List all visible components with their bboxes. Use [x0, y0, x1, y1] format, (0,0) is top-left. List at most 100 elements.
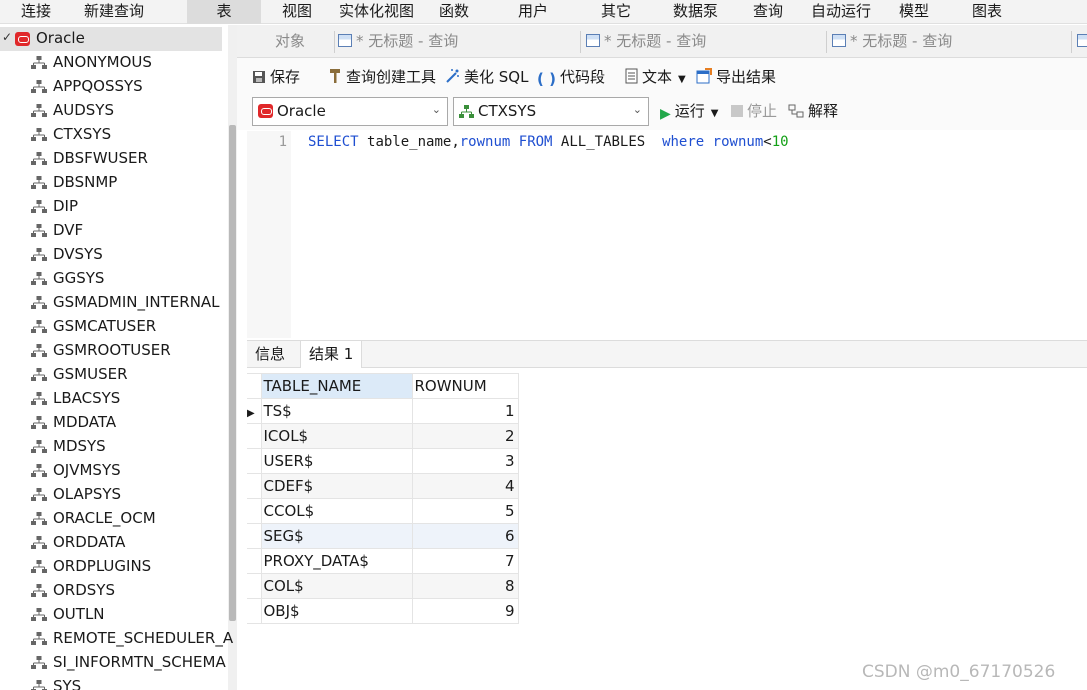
- table-row[interactable]: COL$ 8: [247, 573, 519, 599]
- tree-item-schema[interactable]: DBSFWUSER: [0, 147, 222, 171]
- tree-item-schema[interactable]: MDSYS: [0, 435, 222, 459]
- table-row[interactable]: ▶ TS$ 1: [247, 398, 519, 424]
- cell-rownum[interactable]: 3: [411, 448, 519, 474]
- tree-item-schema[interactable]: OLAPSYS: [0, 483, 222, 507]
- tree-item-schema[interactable]: GGSYS: [0, 267, 222, 291]
- tree-item-schema[interactable]: DVSYS: [0, 243, 222, 267]
- cell-rownum[interactable]: 8: [411, 573, 519, 599]
- sql-code-line[interactable]: SELECT table_name,rownum FROM ALL_TABLES…: [308, 134, 789, 150]
- cell-table-name[interactable]: USER$: [260, 448, 413, 474]
- tab-info[interactable]: 信息: [247, 341, 293, 368]
- table-row[interactable]: PROXY_DATA$ 7: [247, 548, 519, 574]
- cell-table-name[interactable]: CDEF$: [260, 473, 413, 499]
- tree-item-schema[interactable]: OUTLN: [0, 603, 222, 627]
- stop-button[interactable]: 停止: [731, 101, 777, 123]
- beautify-sql-button[interactable]: 美化 SQL: [444, 67, 528, 89]
- menu-materialized-view[interactable]: 实体化视图: [339, 0, 414, 24]
- menu-new-query[interactable]: 新建查询: [84, 0, 144, 24]
- tree-connection-oracle[interactable]: ✓ Oracle: [0, 27, 222, 51]
- row-marker[interactable]: [247, 423, 262, 449]
- cell-table-name[interactable]: CCOL$: [260, 498, 413, 524]
- tree-item-schema[interactable]: DIP: [0, 195, 222, 219]
- chevron-down-icon[interactable]: ⌄: [633, 103, 642, 116]
- tab-query-1[interactable]: * 无标题 - 查询: [338, 25, 458, 58]
- cell-table-name[interactable]: COL$: [260, 573, 413, 599]
- cell-rownum[interactable]: 2: [411, 423, 519, 449]
- table-row[interactable]: OBJ$ 9: [247, 598, 519, 624]
- tree-item-schema[interactable]: ORACLE_OCM: [0, 507, 222, 531]
- dropdown-arrow-icon[interactable]: ▼: [711, 108, 719, 119]
- tree-item-schema[interactable]: DVF: [0, 219, 222, 243]
- tree-item-schema[interactable]: GSMADMIN_INTERNAL: [0, 291, 222, 315]
- menu-chart[interactable]: 图表: [972, 0, 1002, 24]
- tree-item-schema[interactable]: AUDSYS: [0, 99, 222, 123]
- chevron-down-icon[interactable]: ✓: [2, 30, 12, 44]
- menu-table[interactable]: 表: [187, 0, 261, 24]
- tree-item-schema[interactable]: LBACSYS: [0, 387, 222, 411]
- menu-user[interactable]: 用户: [518, 0, 548, 24]
- cell-rownum[interactable]: 1: [411, 398, 519, 424]
- cell-rownum[interactable]: 9: [411, 598, 519, 624]
- result-grid[interactable]: TABLE_NAME ROWNUM ▶ TS$ 1 ICOL$ 2 USER$ 3 CDEF$…: [247, 373, 519, 624]
- tree-item-schema[interactable]: ORDSYS: [0, 579, 222, 603]
- column-header-rownum[interactable]: ROWNUM: [411, 373, 519, 399]
- column-header-table-name[interactable]: TABLE_NAME: [260, 373, 413, 399]
- cell-rownum[interactable]: 5: [411, 498, 519, 524]
- sql-editor[interactable]: 1 SELECT table_name,rownum FROM ALL_TABL…: [247, 131, 1087, 338]
- tab-result-1[interactable]: 结果 1: [300, 341, 363, 368]
- table-row[interactable]: SEG$ 6: [247, 523, 519, 549]
- table-row[interactable]: CDEF$ 4: [247, 473, 519, 499]
- explain-button[interactable]: 解释: [788, 101, 838, 123]
- tree-item-schema[interactable]: GSMUSER: [0, 363, 222, 387]
- row-marker[interactable]: [247, 448, 262, 474]
- tab-query-3[interactable]: * 无标题 - 查询: [832, 25, 952, 58]
- row-marker[interactable]: [247, 473, 262, 499]
- row-marker[interactable]: [247, 573, 262, 599]
- row-marker[interactable]: ▶: [247, 398, 262, 424]
- cell-table-name[interactable]: ICOL$: [260, 423, 413, 449]
- tree-item-schema[interactable]: DBSNMP: [0, 171, 222, 195]
- tree-item-schema[interactable]: OJVMSYS: [0, 459, 222, 483]
- table-row[interactable]: CCOL$ 5: [247, 498, 519, 524]
- tab-query-4[interactable]: [1077, 25, 1087, 58]
- table-row[interactable]: ICOL$ 2: [247, 423, 519, 449]
- tree-item-schema[interactable]: MDDATA: [0, 411, 222, 435]
- cell-rownum[interactable]: 4: [411, 473, 519, 499]
- cell-table-name[interactable]: SEG$: [260, 523, 413, 549]
- sidebar-scrollbar-thumb[interactable]: [229, 125, 236, 621]
- connection-select[interactable]: Oracle ⌄: [252, 97, 448, 126]
- run-button[interactable]: ▶ 运行 ▼: [660, 101, 719, 123]
- tree-item-schema[interactable]: ORDPLUGINS: [0, 555, 222, 579]
- row-marker[interactable]: [247, 598, 262, 624]
- dropdown-arrow-icon[interactable]: ▼: [678, 74, 686, 85]
- chevron-down-icon[interactable]: ⌄: [432, 103, 441, 116]
- row-marker[interactable]: [247, 523, 262, 549]
- cell-rownum[interactable]: 7: [411, 548, 519, 574]
- tab-query-2[interactable]: * 无标题 - 查询: [586, 25, 706, 58]
- cell-table-name[interactable]: PROXY_DATA$: [260, 548, 413, 574]
- menu-model[interactable]: 模型: [899, 0, 929, 24]
- menu-data-pump[interactable]: 数据泵: [673, 0, 718, 24]
- table-row[interactable]: USER$ 3: [247, 448, 519, 474]
- tree-item-schema[interactable]: GSMROOTUSER: [0, 339, 222, 363]
- query-builder-button[interactable]: 查询创建工具: [328, 67, 436, 89]
- text-mode-button[interactable]: 文本 ▼: [625, 67, 686, 89]
- menu-function[interactable]: 函数: [439, 0, 469, 24]
- cell-rownum[interactable]: 6: [411, 523, 519, 549]
- row-marker[interactable]: [247, 548, 262, 574]
- menu-automation[interactable]: 自动运行: [811, 0, 871, 24]
- row-marker[interactable]: [247, 498, 262, 524]
- tree-item-schema[interactable]: REMOTE_SCHEDULER_A: [0, 627, 233, 651]
- cell-table-name[interactable]: TS$: [260, 398, 413, 424]
- tree-item-schema[interactable]: GSMCATUSER: [0, 315, 222, 339]
- tree-item-schema[interactable]: ORDDATA: [0, 531, 222, 555]
- tab-objects[interactable]: 对象: [275, 25, 305, 58]
- save-button[interactable]: 保存: [252, 67, 300, 89]
- menu-connect[interactable]: 连接: [21, 0, 51, 24]
- tree-item-schema[interactable]: SYS: [0, 675, 222, 690]
- menu-other[interactable]: 其它: [601, 0, 631, 24]
- code-snippet-button[interactable]: ( ) 代码段: [537, 67, 605, 89]
- tree-item-schema[interactable]: CTXSYS: [0, 123, 222, 147]
- schema-select[interactable]: CTXSYS ⌄: [453, 97, 649, 126]
- tree-item-schema[interactable]: SI_INFORMTN_SCHEMA: [0, 651, 226, 675]
